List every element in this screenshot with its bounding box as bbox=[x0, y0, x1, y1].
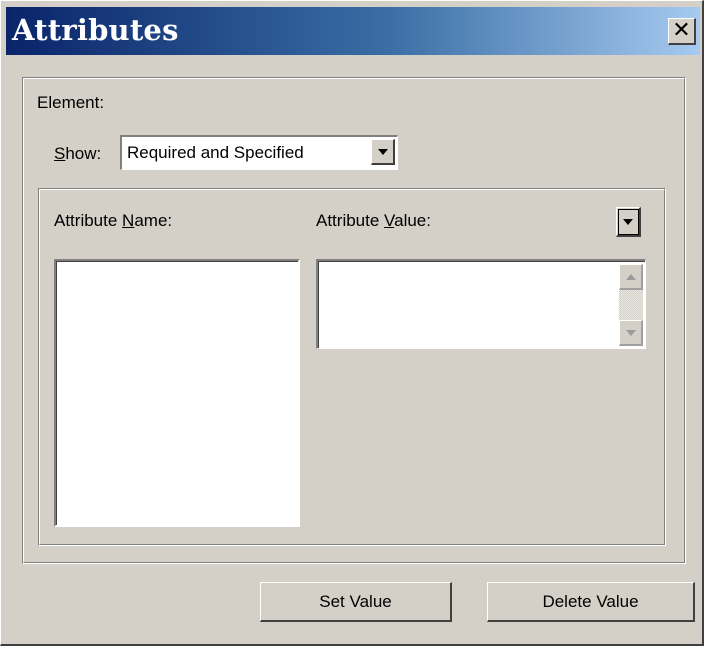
scroll-down-button[interactable] bbox=[619, 320, 643, 346]
window-title: Attributes bbox=[12, 13, 179, 47]
arrow-down-icon bbox=[625, 329, 636, 336]
chevron-down-icon bbox=[623, 218, 633, 225]
attributes-dialog: Attributes ✕ Element: Show: Required and… bbox=[0, 0, 704, 646]
close-icon: ✕ bbox=[672, 18, 691, 43]
show-dropdown-value: Required and Specified bbox=[127, 143, 304, 162]
attribute-name-label: Attribute Name: bbox=[54, 211, 172, 231]
show-dropdown-button[interactable] bbox=[371, 139, 395, 165]
show-label: Show: bbox=[54, 144, 101, 164]
attribute-name-label-rest: ame: bbox=[134, 211, 173, 230]
show-label-rest: how: bbox=[65, 144, 102, 163]
element-label: Element: bbox=[37, 93, 105, 112]
arrow-up-icon bbox=[625, 273, 636, 280]
close-button[interactable]: ✕ bbox=[668, 18, 696, 45]
attribute-value-label: Attribute Value: bbox=[316, 211, 431, 231]
attribute-value-label-mnemonic: V bbox=[384, 211, 395, 230]
attribute-value-label-prefix: Attribute bbox=[316, 211, 385, 230]
attribute-value-label-rest: alue: bbox=[394, 211, 431, 230]
chevron-down-icon bbox=[377, 148, 388, 155]
scroll-up-button[interactable] bbox=[619, 264, 643, 290]
attribute-name-label-mnemonic: N bbox=[122, 211, 135, 230]
attribute-value-field[interactable] bbox=[316, 259, 646, 349]
attribute-name-list[interactable] bbox=[54, 259, 300, 527]
attribute-name-label-prefix: Attribute bbox=[54, 211, 123, 230]
attribute-value-dropdown-button[interactable] bbox=[616, 207, 641, 237]
show-dropdown[interactable]: Required and Specified bbox=[120, 135, 398, 170]
attribute-value-scrollbar[interactable] bbox=[619, 264, 643, 346]
set-value-button[interactable]: Set Value bbox=[260, 582, 452, 622]
delete-value-button[interactable]: Delete Value bbox=[487, 582, 695, 622]
show-label-mnemonic: S bbox=[54, 144, 66, 163]
title-bar[interactable]: Attributes ✕ bbox=[6, 7, 700, 55]
